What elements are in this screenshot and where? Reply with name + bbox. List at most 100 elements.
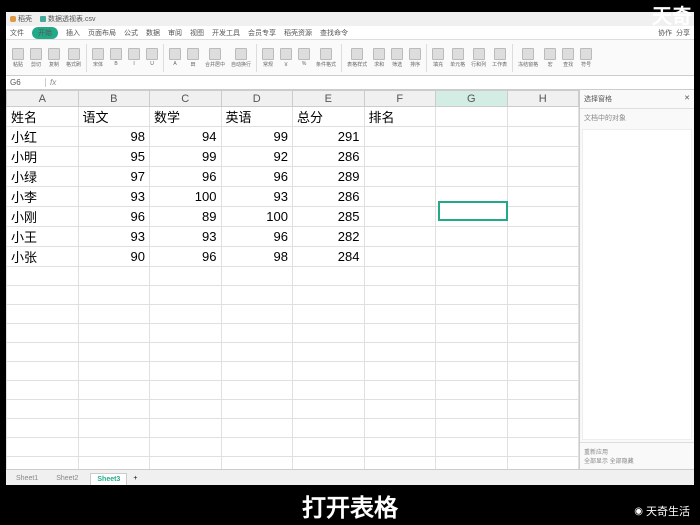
cell[interactable]: 94	[150, 127, 222, 147]
cell[interactable]	[221, 286, 293, 305]
cell[interactable]	[221, 324, 293, 343]
cell[interactable]: 286	[293, 147, 365, 167]
cell[interactable]	[78, 324, 150, 343]
cell[interactable]	[221, 343, 293, 362]
ribbon-button[interactable]: 行和列	[469, 47, 488, 69]
cell[interactable]	[7, 457, 79, 470]
cell[interactable]	[221, 362, 293, 381]
cell[interactable]	[150, 457, 222, 470]
cell[interactable]: 小红	[7, 127, 79, 147]
cell[interactable]	[293, 438, 365, 457]
ribbon-button[interactable]: 常规	[260, 47, 276, 69]
menu-find[interactable]: 查找命令	[320, 28, 348, 38]
cell[interactable]	[221, 305, 293, 324]
cell[interactable]: 小李	[7, 187, 79, 207]
cell[interactable]: 小明	[7, 147, 79, 167]
cell[interactable]	[507, 227, 579, 247]
ribbon-button[interactable]: 符号	[578, 47, 594, 69]
cell[interactable]	[7, 381, 79, 400]
cell[interactable]: 92	[221, 147, 293, 167]
cell[interactable]	[436, 147, 508, 167]
menu-layout[interactable]: 页面布局	[88, 28, 116, 38]
menu-dev[interactable]: 开发工具	[212, 28, 240, 38]
cell[interactable]	[7, 343, 79, 362]
cell[interactable]	[436, 267, 508, 286]
cell[interactable]	[78, 362, 150, 381]
ribbon-button[interactable]: 宏	[542, 47, 558, 69]
cell[interactable]	[150, 362, 222, 381]
column-header[interactable]: B	[78, 91, 150, 107]
cell[interactable]	[150, 343, 222, 362]
cell[interactable]: 96	[221, 167, 293, 187]
cell[interactable]: 95	[78, 147, 150, 167]
cell[interactable]	[507, 343, 579, 362]
sidebar-reapply[interactable]: 重新应用	[584, 447, 690, 456]
cell[interactable]	[507, 147, 579, 167]
cell[interactable]	[436, 419, 508, 438]
cell[interactable]	[293, 305, 365, 324]
menu-share[interactable]: 分享	[676, 28, 690, 38]
cell[interactable]	[436, 381, 508, 400]
cell[interactable]	[364, 187, 436, 207]
cell[interactable]: 96	[150, 247, 222, 267]
cell[interactable]	[507, 267, 579, 286]
cell[interactable]	[436, 247, 508, 267]
menu-coop[interactable]: 协作	[658, 28, 672, 38]
cell[interactable]	[364, 267, 436, 286]
menu-search[interactable]: 稻壳资源	[284, 28, 312, 38]
cell[interactable]	[78, 286, 150, 305]
cell[interactable]	[364, 419, 436, 438]
cell[interactable]	[221, 267, 293, 286]
cell[interactable]	[78, 438, 150, 457]
cell[interactable]: 96	[221, 227, 293, 247]
cell[interactable]	[507, 247, 579, 267]
column-header[interactable]: E	[293, 91, 365, 107]
cell[interactable]	[293, 286, 365, 305]
cell[interactable]: 英语	[221, 107, 293, 127]
cell[interactable]	[7, 286, 79, 305]
cell[interactable]	[150, 286, 222, 305]
cell[interactable]	[78, 419, 150, 438]
tab-sheet3[interactable]: Sheet3	[90, 473, 127, 485]
cell[interactable]: 96	[150, 167, 222, 187]
ribbon-button[interactable]: U	[144, 47, 160, 68]
cell[interactable]: 语文	[78, 107, 150, 127]
menu-special[interactable]: 会员专享	[248, 28, 276, 38]
cell[interactable]	[150, 400, 222, 419]
cell[interactable]	[507, 107, 579, 127]
cell[interactable]	[507, 305, 579, 324]
cell[interactable]: 98	[78, 127, 150, 147]
sidebar-showhide[interactable]: 全部显示 全部隐藏	[584, 456, 690, 465]
column-header[interactable]: H	[507, 91, 579, 107]
cell[interactable]	[150, 419, 222, 438]
cell[interactable]	[507, 400, 579, 419]
cell[interactable]	[7, 267, 79, 286]
cell[interactable]	[436, 107, 508, 127]
ribbon-button[interactable]: 工作表	[490, 47, 509, 69]
cell[interactable]	[364, 227, 436, 247]
cell[interactable]: 98	[221, 247, 293, 267]
ribbon-button[interactable]: 排序	[407, 47, 423, 69]
ribbon-button[interactable]: 冻结窗格	[516, 47, 540, 69]
ribbon-button[interactable]: ￥	[278, 47, 294, 69]
cell[interactable]	[507, 438, 579, 457]
cell[interactable]	[507, 167, 579, 187]
cell[interactable]	[221, 419, 293, 438]
cell[interactable]	[364, 457, 436, 470]
cell[interactable]	[364, 167, 436, 187]
cell[interactable]	[507, 187, 579, 207]
cell[interactable]	[78, 457, 150, 470]
column-header[interactable]: C	[150, 91, 222, 107]
cell[interactable]	[7, 419, 79, 438]
cell[interactable]	[507, 419, 579, 438]
add-sheet-icon[interactable]: +	[133, 475, 137, 482]
cell[interactable]	[150, 438, 222, 457]
cell[interactable]	[364, 147, 436, 167]
cell[interactable]	[78, 400, 150, 419]
cell[interactable]	[364, 362, 436, 381]
cell[interactable]	[507, 286, 579, 305]
cell[interactable]: 总分	[293, 107, 365, 127]
cell[interactable]: 97	[78, 167, 150, 187]
cell[interactable]: 排名	[364, 107, 436, 127]
cell[interactable]	[221, 400, 293, 419]
